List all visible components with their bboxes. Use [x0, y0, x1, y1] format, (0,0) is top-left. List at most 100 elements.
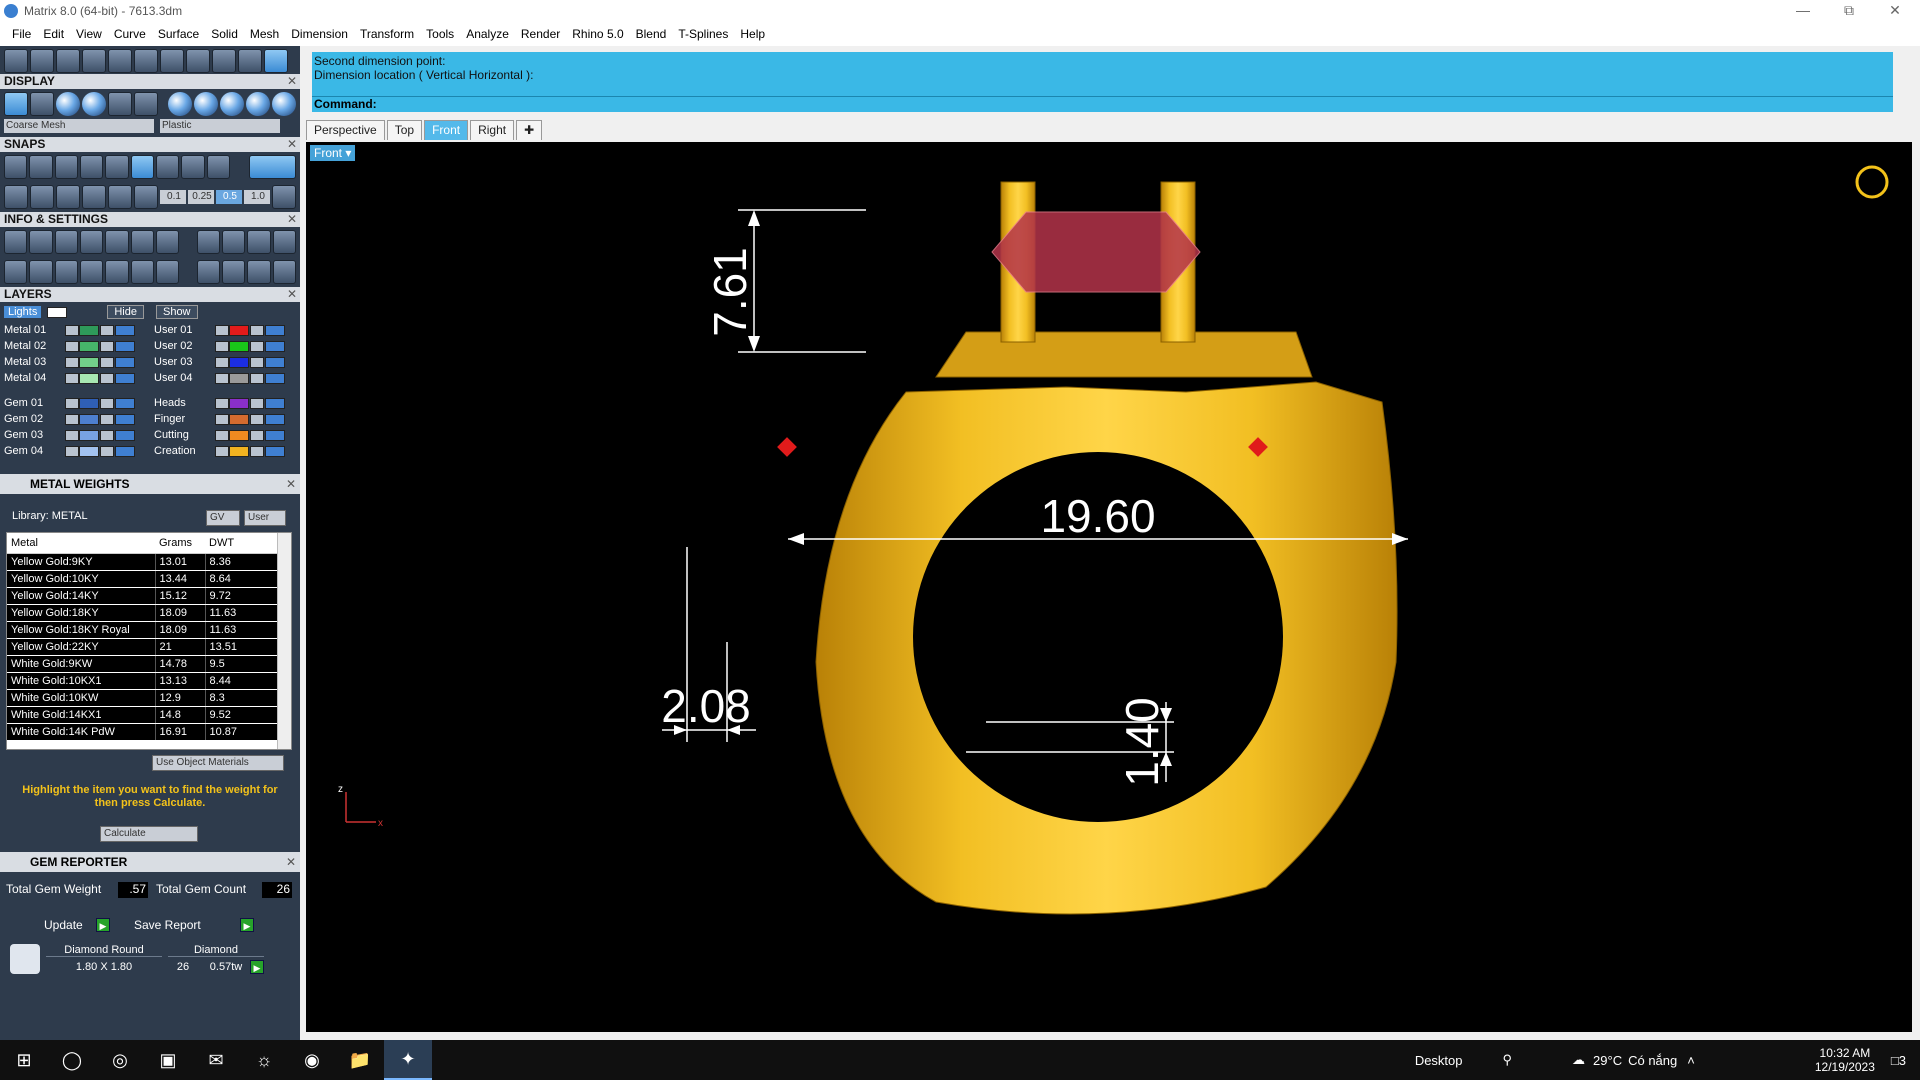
grid-icon[interactable] [4, 260, 28, 284]
menu-help[interactable]: Help [734, 27, 771, 41]
menu-file[interactable]: File [6, 27, 37, 41]
snap-icon[interactable] [130, 155, 154, 179]
lock-icon[interactable] [250, 413, 264, 425]
menu-transform[interactable]: Transform [354, 27, 420, 41]
snap-value-025[interactable]: 0.25 [188, 190, 214, 204]
tab-front[interactable]: Front [424, 120, 469, 140]
clock-date[interactable]: 12/19/2023 [1815, 1060, 1875, 1074]
show-button[interactable]: Show [155, 305, 198, 319]
visibility-toggle[interactable] [115, 429, 135, 441]
menu-mesh[interactable]: Mesh [244, 27, 285, 41]
menu-solid[interactable]: Solid [205, 27, 244, 41]
matrix-app-icon[interactable]: ✦ [384, 1040, 432, 1080]
info-icon[interactable] [272, 230, 296, 254]
layer-color-swatch[interactable] [79, 372, 99, 384]
table-row[interactable]: Yellow Gold:18KY Royal 18.09 11.63 [7, 621, 277, 639]
close-icon[interactable]: ✕ [286, 474, 296, 494]
layer-expand-icon[interactable] [65, 397, 79, 409]
grid-view-icon[interactable] [4, 92, 28, 116]
lock-icon[interactable] [250, 356, 264, 368]
layer-expand-icon[interactable] [65, 356, 79, 368]
snap-icon[interactable] [134, 185, 158, 209]
gv-button[interactable]: GV [206, 510, 240, 526]
menu-edit[interactable]: Edit [37, 27, 70, 41]
info-icon[interactable] [247, 230, 271, 254]
lock-icon[interactable] [250, 429, 264, 441]
tray-icons[interactable]: ˄ [1687, 1053, 1695, 1068]
lock-icon[interactable] [100, 324, 114, 336]
visibility-toggle[interactable] [265, 445, 285, 457]
table-row[interactable]: Yellow Gold:22KY 21 13.51 [7, 638, 277, 656]
add-tab-icon[interactable]: ✚ [516, 120, 543, 140]
layer-row[interactable]: Gem 01 [0, 395, 150, 411]
snap-icon[interactable] [30, 185, 54, 209]
lock-icon[interactable] [250, 324, 264, 336]
lock-icon[interactable] [100, 429, 114, 441]
visibility-toggle[interactable] [115, 324, 135, 336]
user-button[interactable]: User [244, 510, 286, 526]
windows-start-icon[interactable]: ⊞ [0, 1040, 48, 1080]
menu-view[interactable]: View [70, 27, 108, 41]
menu-blend[interactable]: Blend [630, 27, 673, 41]
menu-curve[interactable]: Curve [108, 27, 152, 41]
snap-icon[interactable] [206, 155, 230, 179]
menu-surface[interactable]: Surface [152, 27, 205, 41]
tool-icon[interactable] [186, 49, 210, 73]
display-icon[interactable] [108, 92, 132, 116]
mesh-combo[interactable]: Coarse Mesh [4, 119, 154, 133]
table-row[interactable]: White Gold:14K PdW 16.91 10.87 [7, 723, 277, 741]
layer-expand-icon[interactable] [65, 340, 79, 352]
tool-icon[interactable] [134, 49, 158, 73]
ortho-toggle[interactable] [249, 155, 297, 179]
weather-text[interactable]: Có nắng [1628, 1053, 1677, 1068]
save-report-button[interactable]: ▶ [240, 918, 254, 932]
snap-icon[interactable] [29, 155, 53, 179]
lock-icon[interactable] [250, 340, 264, 352]
layer-row[interactable]: Gem 03 [0, 427, 150, 443]
lock-icon[interactable] [100, 397, 114, 409]
cube-icon[interactable] [155, 230, 180, 254]
table-row[interactable]: Yellow Gold:9KY 13.01 8.36 [7, 553, 277, 571]
visibility-toggle[interactable] [265, 372, 285, 384]
layer-row[interactable]: Metal 04 [0, 370, 150, 386]
layer-expand-icon[interactable] [215, 340, 229, 352]
snap-icon[interactable] [56, 185, 80, 209]
visibility-toggle[interactable] [265, 413, 285, 425]
layer-expand-icon[interactable] [215, 372, 229, 384]
info-icon[interactable] [29, 260, 53, 284]
info-icon[interactable] [54, 260, 78, 284]
layer-row[interactable]: Gem 04 [0, 443, 150, 459]
info-icon[interactable] [222, 260, 246, 284]
layer-row[interactable]: User 01 [150, 322, 300, 338]
layer-color-swatch[interactable] [229, 445, 249, 457]
close-icon[interactable]: ✕ [287, 74, 297, 89]
lights-layer[interactable]: Lights [4, 306, 42, 318]
info-icon[interactable] [130, 260, 154, 284]
info-icon[interactable] [247, 260, 271, 284]
layer-expand-icon[interactable] [215, 397, 229, 409]
menu-tsplines[interactable]: T-Splines [672, 27, 734, 41]
menu-rhino[interactable]: Rhino 5.0 [566, 27, 629, 41]
layer-row[interactable]: Finger [150, 411, 300, 427]
material-sphere-icon[interactable] [168, 92, 192, 116]
layer-row[interactable]: Metal 03 [0, 354, 150, 370]
material-sphere-icon[interactable] [246, 92, 270, 116]
move-icon[interactable] [108, 49, 132, 73]
layer-expand-icon[interactable] [65, 413, 79, 425]
material-sphere-icon[interactable] [220, 92, 244, 116]
visibility-toggle[interactable] [115, 372, 135, 384]
hide-button[interactable]: Hide [107, 305, 144, 319]
lock-icon[interactable] [100, 413, 114, 425]
layer-expand-icon[interactable] [215, 324, 229, 336]
search-icon[interactable] [29, 230, 53, 254]
snap-value-05[interactable]: 0.5 [216, 190, 242, 204]
material-sphere-icon[interactable] [272, 92, 296, 116]
layer-color-swatch[interactable] [79, 324, 99, 336]
info-icon[interactable] [155, 260, 180, 284]
weather-temp[interactable]: 29°C [1593, 1053, 1622, 1068]
layer-color-swatch[interactable] [79, 356, 99, 368]
tab-perspective[interactable]: Perspective [306, 120, 385, 140]
layer-expand-icon[interactable] [65, 429, 79, 441]
layer-color-swatch[interactable] [229, 429, 249, 441]
layer-color-swatch[interactable] [229, 372, 249, 384]
